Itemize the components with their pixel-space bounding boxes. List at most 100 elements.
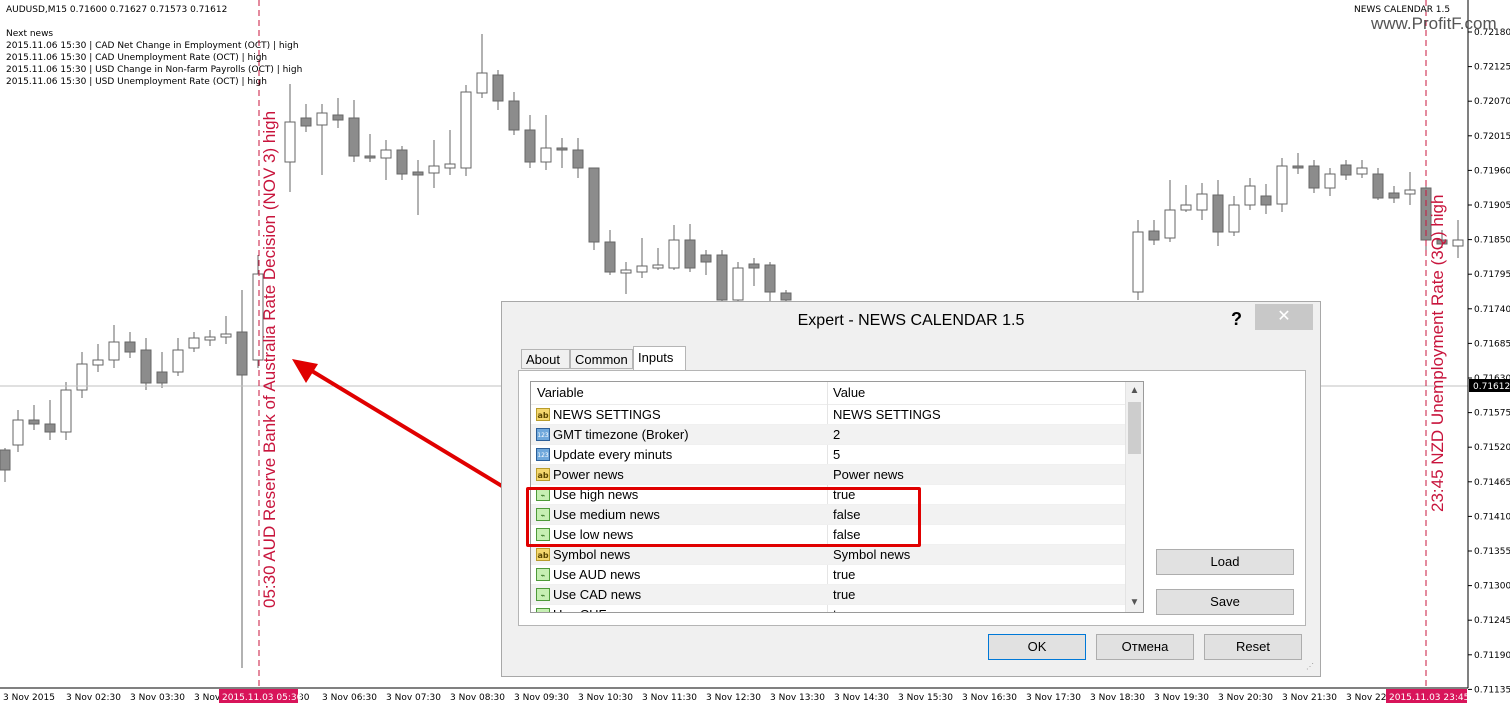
candle-body <box>556 147 568 151</box>
candle-body <box>1260 195 1272 206</box>
candle-body <box>44 423 56 433</box>
tab-common[interactable]: Common <box>570 349 633 369</box>
column-header-value[interactable]: Value <box>827 382 1126 404</box>
time-tick-label: 3 Nov 14:30 <box>834 693 889 703</box>
candle-body <box>140 349 152 384</box>
candle-body <box>1148 230 1160 241</box>
time-tick-label: 3 Nov 12:30 <box>706 693 761 703</box>
close-icon[interactable]: ✕ <box>1255 304 1313 330</box>
grid-row[interactable]: ⌁Use CHF news true <box>531 605 1126 612</box>
grid-row[interactable]: 123 GMT timezone (Broker) 2 <box>531 425 1126 445</box>
candle-body <box>300 117 312 127</box>
grid-row[interactable]: ⌁ Use low news false <box>531 525 1126 545</box>
candle-body <box>12 419 24 446</box>
candle-body <box>28 419 40 425</box>
candle-body <box>332 114 344 121</box>
candle-body <box>92 359 104 366</box>
grid-row[interactable]: ⌁ Use CAD news true <box>531 585 1126 605</box>
help-icon[interactable]: ? <box>1231 305 1242 333</box>
time-tick-label: 3 Nov 11:30 <box>642 693 697 703</box>
candle-body <box>172 349 184 373</box>
candle-body <box>1452 239 1464 247</box>
next-news-item: 2015.11.06 15:30 | USD Unemployment Rate… <box>6 77 267 87</box>
ok-button[interactable]: OK <box>988 634 1086 660</box>
number-type-icon: 123 <box>536 428 550 441</box>
scroll-down-icon[interactable]: ▼ <box>1126 594 1143 612</box>
candle-body <box>1388 192 1400 199</box>
variable-value[interactable]: 2 <box>833 425 840 445</box>
candle-body <box>1356 167 1368 175</box>
grid-scrollbar[interactable]: ▲ ▼ <box>1125 382 1143 612</box>
candle-body <box>396 149 408 175</box>
save-button[interactable]: Save <box>1156 589 1294 615</box>
candle-body <box>188 337 200 349</box>
variable-value[interactable]: Symbol news <box>833 545 910 565</box>
candle-body <box>636 265 648 273</box>
candle-body <box>764 264 776 293</box>
price-tick-label: 0.71575 <box>1474 409 1510 419</box>
variable-value[interactable]: true <box>833 605 855 612</box>
variable-name: Symbol news <box>553 547 631 562</box>
grid-row[interactable]: ab NEWS SETTINGS NEWS SETTINGS <box>531 405 1126 425</box>
price-tick-label: 0.71410 <box>1474 512 1510 522</box>
tab-about[interactable]: About <box>521 349 570 369</box>
scroll-thumb[interactable] <box>1128 402 1141 454</box>
column-header-variable[interactable]: Variable <box>531 382 827 404</box>
bool-type-icon: ⌁ <box>536 588 550 601</box>
price-tick-label: 0.71960 <box>1474 166 1510 176</box>
candle-body <box>220 333 232 338</box>
reset-button[interactable]: Reset <box>1204 634 1302 660</box>
candle-body <box>1372 173 1384 199</box>
candle-body <box>668 239 680 269</box>
resize-grip-icon[interactable]: ⋰ <box>1306 662 1316 672</box>
tab-inputs[interactable]: Inputs <box>633 346 686 371</box>
candle-body <box>572 149 584 169</box>
price-axis: 0.721800.721250.720700.720150.719600.719… <box>1468 28 1510 695</box>
candle-body <box>1276 165 1288 205</box>
grid-row[interactable]: ab Power news Power news <box>531 465 1126 485</box>
variable-value[interactable]: true <box>833 485 855 505</box>
grid-row[interactable]: ⌁ Use medium news false <box>531 505 1126 525</box>
grid-row[interactable]: ⌁ Use high news true <box>531 485 1126 505</box>
inputs-grid[interactable]: Variable Value ab NEWS SETTINGS NEWS SETTI… <box>530 381 1144 613</box>
event-label-left: 05:30 AUD Reserve Bank of Australia Rate… <box>260 111 279 608</box>
variable-value[interactable]: true <box>833 585 855 605</box>
candle-body <box>652 264 664 269</box>
candle-body <box>1164 209 1176 239</box>
candle-body <box>508 100 520 131</box>
time-tick-label: 3 Nov <box>194 693 221 703</box>
scroll-up-icon[interactable]: ▲ <box>1126 382 1143 400</box>
variable-value[interactable]: 5 <box>833 445 840 465</box>
load-button[interactable]: Load <box>1156 549 1294 575</box>
price-tick-label: 0.71355 <box>1474 547 1510 557</box>
variable-value[interactable]: false <box>833 525 860 545</box>
variable-value[interactable]: Power news <box>833 465 904 485</box>
string-type-icon: ab <box>536 408 550 421</box>
candle-body <box>1244 185 1256 206</box>
grid-row[interactable]: ⌁ Use AUD news true <box>531 565 1126 585</box>
variable-value[interactable]: true <box>833 565 855 585</box>
candle-body <box>60 389 72 433</box>
time-tick-label: 3 Nov 21:30 <box>1282 693 1337 703</box>
price-tick-label: 0.72015 <box>1474 132 1510 142</box>
candle-body <box>1292 165 1304 169</box>
cancel-button[interactable]: Отмена <box>1096 634 1194 660</box>
variable-name: Use medium news <box>553 507 660 522</box>
bool-type-icon: ⌁ <box>536 508 550 521</box>
variable-name: NEWS SETTINGS <box>553 407 661 422</box>
current-price-label: 0.71612 <box>1473 382 1510 392</box>
candle-body <box>1212 194 1224 233</box>
time-tick-label: 3 Nov 02:30 <box>66 693 121 703</box>
variable-value[interactable]: false <box>833 505 860 525</box>
candle-body <box>108 341 120 361</box>
variable-value[interactable]: NEWS SETTINGS <box>833 405 941 425</box>
candle-body <box>524 129 536 163</box>
grid-row[interactable]: 123 Update every minuts 5 <box>531 445 1126 465</box>
variable-name: Use CAD news <box>553 587 642 602</box>
candle-body <box>412 171 424 176</box>
candle-body <box>588 167 600 243</box>
candle-body <box>476 72 488 94</box>
grid-row[interactable]: ab Symbol news Symbol news <box>531 545 1126 565</box>
candle-body <box>444 163 456 169</box>
candle-body <box>684 239 696 269</box>
